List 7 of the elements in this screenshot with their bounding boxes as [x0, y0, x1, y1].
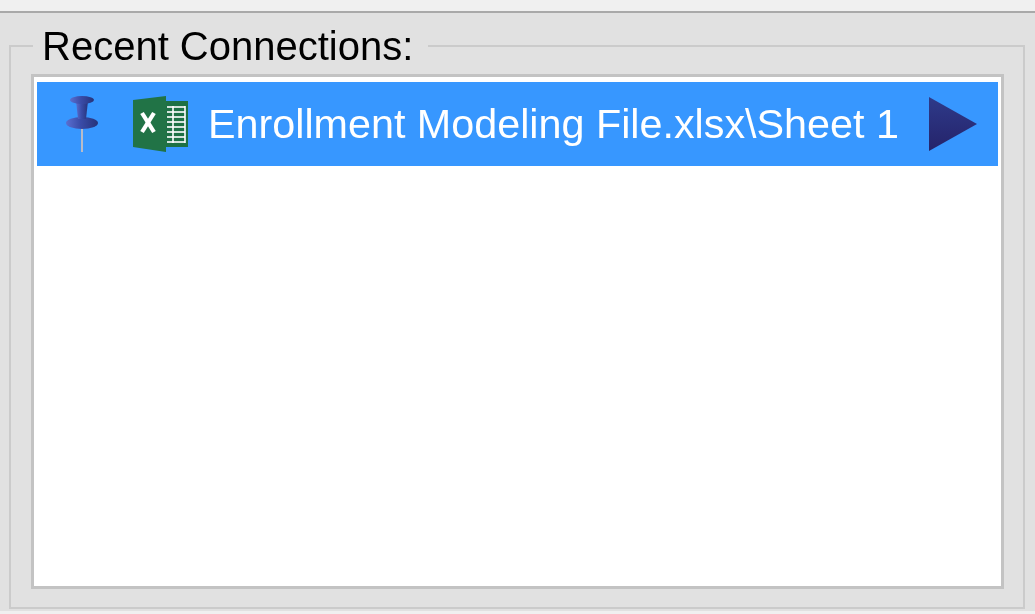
spreadsheet-icon — [133, 96, 189, 152]
pushpin-icon[interactable] — [65, 96, 99, 152]
connection-name: Enrollment Modeling File.xlsx\Sheet 1 — [208, 100, 899, 148]
connection-row[interactable]: Enrollment Modeling File.xlsx\Sheet 1 — [37, 82, 998, 166]
play-icon[interactable] — [929, 97, 977, 151]
connection-list[interactable]: Enrollment Modeling File.xlsx\Sheet 1 — [31, 74, 1004, 589]
group-title: Recent Connections: — [41, 26, 415, 66]
